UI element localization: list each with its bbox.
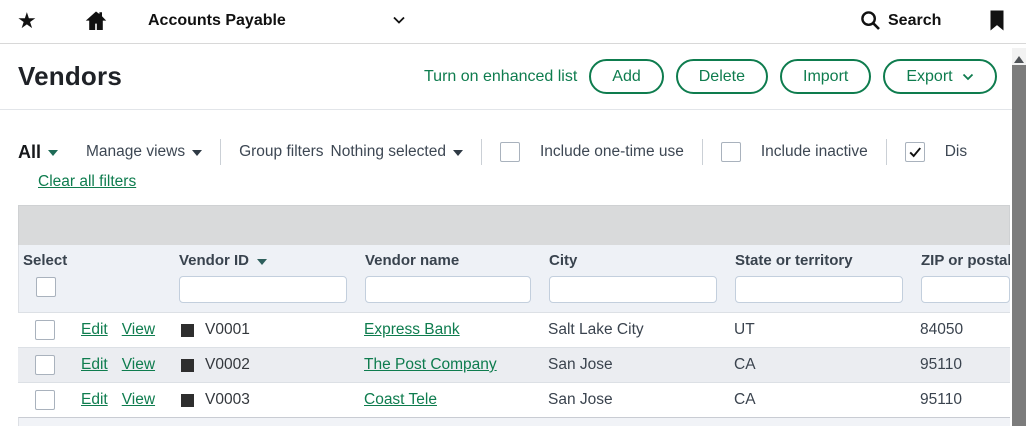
- manage-views-label: Manage views: [86, 143, 185, 161]
- export-label: Export: [906, 68, 952, 86]
- table-row: Edit View V0001 Express Bank Salt Lake C…: [18, 312, 1010, 347]
- state-value: CA: [726, 391, 912, 409]
- divider: [220, 139, 221, 165]
- top-navigation-bar: ★ Accounts Payable Search: [0, 0, 1026, 44]
- include-inactive-label: Include inactive: [761, 143, 868, 161]
- column-header-row: Select Vendor ID Vendor name City State …: [19, 252, 1010, 269]
- include-one-time-use-checkbox[interactable]: [500, 142, 520, 162]
- vendor-id: V0002: [205, 356, 250, 374]
- city-value: San Jose: [540, 391, 726, 409]
- filter-row: All Manage views Group filters Nothing s…: [18, 137, 967, 167]
- table-header: Select Vendor ID Vendor name City State …: [18, 245, 1010, 312]
- column-city[interactable]: City: [541, 252, 727, 269]
- add-button[interactable]: Add: [589, 59, 663, 94]
- view-link[interactable]: View: [122, 321, 155, 339]
- row-checkbox[interactable]: [35, 355, 55, 375]
- delete-button[interactable]: Delete: [676, 59, 768, 94]
- vendor-name-link[interactable]: Express Bank: [364, 321, 460, 338]
- export-chevron-down-icon: [962, 73, 974, 81]
- export-button[interactable]: Export: [883, 59, 996, 94]
- view-selector-dropdown[interactable]: All: [18, 142, 58, 163]
- home-icon[interactable]: [84, 9, 108, 33]
- zip-filter-input[interactable]: [921, 276, 1010, 303]
- column-vendor-name[interactable]: Vendor name: [357, 252, 541, 269]
- vendor-id: V0003: [205, 391, 250, 409]
- column-filter-row: [19, 276, 1010, 303]
- group-filters-value: Nothing selected: [331, 143, 446, 161]
- city-filter-input[interactable]: [549, 276, 717, 303]
- sort-desc-icon: [257, 259, 267, 265]
- view-selector-caret-icon: [48, 150, 58, 156]
- vertical-scrollbar[interactable]: [1012, 48, 1026, 426]
- table-toolbar-band: [18, 205, 1010, 245]
- include-inactive-checkbox[interactable]: [721, 142, 741, 162]
- vendor-id-filter-input[interactable]: [179, 276, 347, 303]
- vendor-name-link[interactable]: The Post Company: [364, 356, 497, 373]
- column-select: Select: [19, 252, 171, 269]
- view-link[interactable]: View: [122, 356, 155, 374]
- status-square-icon: [181, 359, 194, 372]
- select-all-checkbox[interactable]: [36, 277, 56, 297]
- view-selector-label: All: [18, 142, 41, 163]
- scroll-up-arrow-icon[interactable]: [1012, 48, 1026, 63]
- favorites-star-icon[interactable]: ★: [17, 9, 37, 33]
- column-vendor-id-label: Vendor ID: [179, 252, 249, 269]
- zip-value: 84050: [912, 321, 1010, 339]
- module-selector[interactable]: Accounts Payable: [148, 12, 286, 30]
- column-state[interactable]: State or territory: [727, 252, 913, 269]
- display-option: Dis: [905, 142, 967, 162]
- enhanced-list-link[interactable]: Turn on enhanced list: [424, 68, 577, 86]
- row-checkbox[interactable]: [35, 390, 55, 410]
- divider: [702, 139, 703, 165]
- state-value: CA: [726, 356, 912, 374]
- divider: [481, 139, 482, 165]
- state-value: UT: [726, 321, 912, 339]
- group-filters-caret-icon: [453, 150, 463, 156]
- table-row: Edit View V0002 The Post Company San Jos…: [18, 347, 1010, 382]
- search-label: Search: [888, 12, 941, 30]
- page-header: Vendors Turn on enhanced list Add Delete…: [0, 45, 1026, 110]
- module-chevron-down-icon[interactable]: [392, 15, 406, 25]
- include-inactive-option: Include inactive: [721, 142, 868, 162]
- group-filters-label: Group filters: [239, 143, 323, 161]
- status-square-icon: [181, 394, 194, 407]
- city-value: Salt Lake City: [540, 321, 726, 339]
- row-checkbox[interactable]: [35, 320, 55, 340]
- state-filter-input[interactable]: [735, 276, 903, 303]
- edit-link[interactable]: Edit: [81, 356, 108, 374]
- page-title: Vendors: [18, 61, 122, 92]
- header-actions: Turn on enhanced list Add Delete Import …: [424, 59, 997, 94]
- vendor-name-link[interactable]: Coast Tele: [364, 391, 437, 408]
- divider: [886, 139, 887, 165]
- include-one-time-use-option: Include one-time use: [500, 142, 684, 162]
- clear-all-filters-link[interactable]: Clear all filters: [38, 173, 136, 191]
- global-search[interactable]: Search: [860, 10, 941, 31]
- table-row: Edit View V0003 Coast Tele San Jose CA 9…: [18, 382, 1010, 417]
- vendor-name-filter-input[interactable]: [365, 276, 531, 303]
- scrollbar-thumb[interactable]: [1012, 65, 1026, 426]
- manage-views-caret-icon: [192, 150, 202, 156]
- status-square-icon: [181, 324, 194, 337]
- edit-link[interactable]: Edit: [81, 321, 108, 339]
- display-label: Dis: [945, 143, 967, 161]
- zip-value: 95110: [912, 356, 1010, 374]
- include-one-time-use-label: Include one-time use: [540, 143, 684, 161]
- filter-bar: All Manage views Group filters Nothing s…: [0, 111, 1026, 205]
- manage-views-dropdown[interactable]: Manage views: [86, 143, 202, 161]
- zip-value: 95110: [912, 391, 1010, 409]
- view-link[interactable]: View: [122, 391, 155, 409]
- vendor-list-table: Select Vendor ID Vendor name City State …: [18, 205, 1010, 426]
- city-value: San Jose: [540, 356, 726, 374]
- group-filters-dropdown[interactable]: Group filters Nothing selected: [239, 143, 463, 161]
- vendor-id: V0001: [205, 321, 250, 339]
- import-button[interactable]: Import: [780, 59, 871, 94]
- edit-link[interactable]: Edit: [81, 391, 108, 409]
- search-icon: [860, 10, 881, 31]
- column-zip[interactable]: ZIP or postal: [913, 252, 1010, 269]
- display-checkbox[interactable]: [905, 142, 925, 162]
- table-footer-strip: [18, 417, 1010, 426]
- bookmark-icon[interactable]: [988, 8, 1006, 34]
- column-vendor-id[interactable]: Vendor ID: [171, 252, 357, 269]
